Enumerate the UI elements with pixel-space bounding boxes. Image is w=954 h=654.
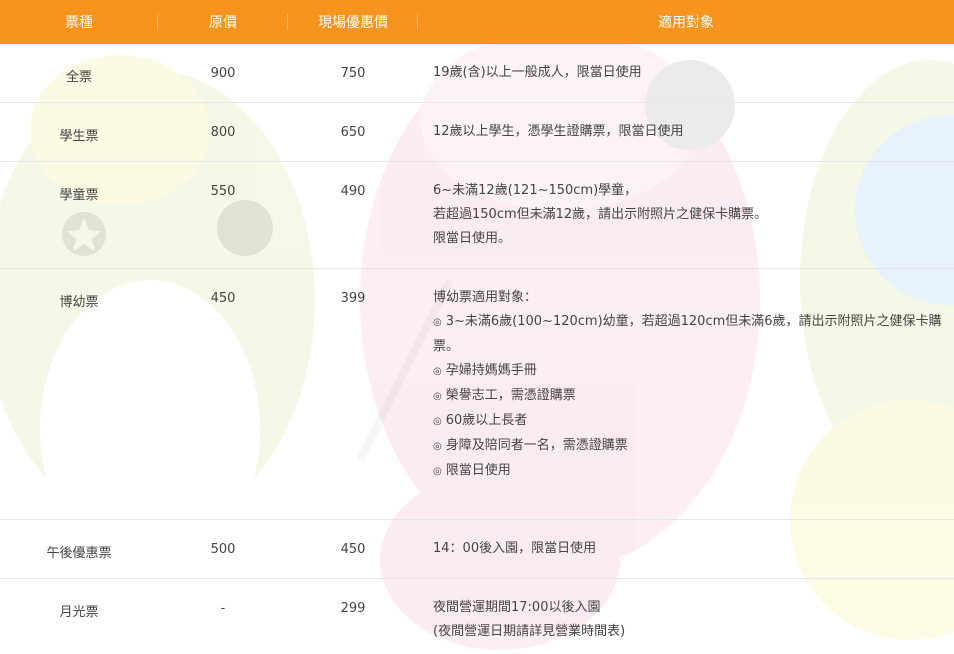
eligibility-bullet: ◎ 60歲以上長者 (433, 409, 948, 434)
eligibility-description: 博幼票適用對象： ◎ 3~未滿6歲(100~120cm)幼童，若超過120cm但未… (418, 268, 954, 520)
ticket-type: 午後優惠票 (0, 519, 158, 579)
original-price: 550 (158, 161, 288, 269)
eligibility-line: 14：00後入園，限當日使用 (433, 540, 597, 556)
table-row: 學生票 800 650 12歲以上學生，憑學生證購票，限當日使用 (0, 102, 954, 162)
eligibility-bullet: ◎ 限當日使用 (433, 459, 948, 484)
original-price: 900 (158, 44, 288, 103)
eligibility-bullet: ◎ 身障及陪同者一名，需憑證購票 (433, 434, 948, 459)
header-ticket-type: 票種 (0, 0, 158, 44)
header-original-price: 原價 (158, 0, 288, 44)
onsite-price: 299 (340, 600, 366, 616)
eligibility-line: 19歲(含)以上一般成人，限當日使用 (433, 65, 642, 80)
onsite-price: 450 (288, 519, 418, 579)
bullet-icon: ◎ (433, 440, 442, 452)
ticket-type: 學生票 (0, 102, 158, 162)
table-row: 博幼票 450 399 博幼票適用對象： ◎ 3~未滿6歲(100~120cm)幼… (0, 268, 954, 520)
onsite-price: 490 (288, 161, 418, 269)
onsite-price: 750 (288, 44, 418, 103)
ticket-type: 月光票 (59, 604, 99, 620)
table-row: 學童票 550 490 6~未滿12歲(121~150cm)學童， 若超過150… (0, 161, 954, 269)
header-eligibility: 適用對象 (658, 15, 714, 31)
onsite-price: 399 (288, 268, 418, 520)
eligibility-line: (夜間營運日期請詳見營業時間表) (433, 623, 626, 639)
eligibility-description: 12歲以上學生，憑學生證購票，限當日使用 (418, 102, 954, 162)
bullet-icon: ◎ (433, 316, 442, 328)
ticket-type: 博幼票 (0, 268, 158, 520)
table-header-row: 票種 原價 現場優惠價 適用對象 (0, 0, 954, 44)
ticket-type: 學童票 (0, 161, 158, 269)
eligibility-line: 6~未滿12歲(121~150cm)學童， (433, 182, 638, 198)
bullet-icon: ◎ (433, 415, 442, 427)
table-row: 午後優惠票 500 450 14：00後入園，限當日使用 (0, 519, 954, 579)
eligibility-description: 14：00後入園，限當日使用 (418, 519, 954, 579)
eligibility-description: 夜間營運期間17:00以後入園 (夜間營運日期請詳見營業時間表) (418, 578, 954, 654)
original-price: - (220, 600, 226, 616)
eligibility-line: 博幼票適用對象： (433, 289, 538, 305)
table-row: 月光票 - 299 夜間營運期間17:00以後入園 (夜間營運日期請詳見營業時間… (0, 578, 954, 654)
header-onsite-price: 現場優惠價 (288, 0, 418, 44)
eligibility-bullet: ◎ 榮譽志工，需憑證購票 (433, 384, 948, 409)
eligibility-line: 夜間營運期間17:00以後入園 (433, 599, 601, 615)
eligibility-line: 若超過150cm但未滿12歲，請出示附照片之健保卡購票。 (433, 206, 768, 222)
eligibility-description: 6~未滿12歲(121~150cm)學童， 若超過150cm但未滿12歲，請出示… (418, 161, 954, 269)
ticket-price-table: 票種 原價 現場優惠價 適用對象 全票 900 750 19歲(含)以上一般成人… (0, 0, 954, 654)
original-price: 800 (158, 102, 288, 162)
original-price: 450 (158, 268, 288, 520)
eligibility-description: 19歲(含)以上一般成人，限當日使用 (418, 44, 954, 103)
eligibility-bullet: ◎ 3~未滿6歲(100~120cm)幼童，若超過120cm但未滿6歲，請出示附照… (433, 310, 948, 359)
table-row: 全票 900 750 19歲(含)以上一般成人，限當日使用 (0, 44, 954, 103)
eligibility-line: 限當日使用。 (433, 230, 512, 246)
ticket-price-page: 票種 原價 現場優惠價 適用對象 全票 900 750 19歲(含)以上一般成人… (0, 0, 954, 654)
eligibility-bullet: ◎ 孕婦持媽媽手冊 (433, 359, 948, 384)
original-price: 500 (158, 519, 288, 579)
ticket-type: 全票 (0, 44, 158, 103)
bullet-icon: ◎ (433, 390, 442, 402)
onsite-price: 650 (288, 102, 418, 162)
bullet-icon: ◎ (433, 365, 442, 377)
eligibility-line: 12歲以上學生，憑學生證購票，限當日使用 (433, 123, 684, 139)
bullet-icon: ◎ (433, 465, 442, 477)
